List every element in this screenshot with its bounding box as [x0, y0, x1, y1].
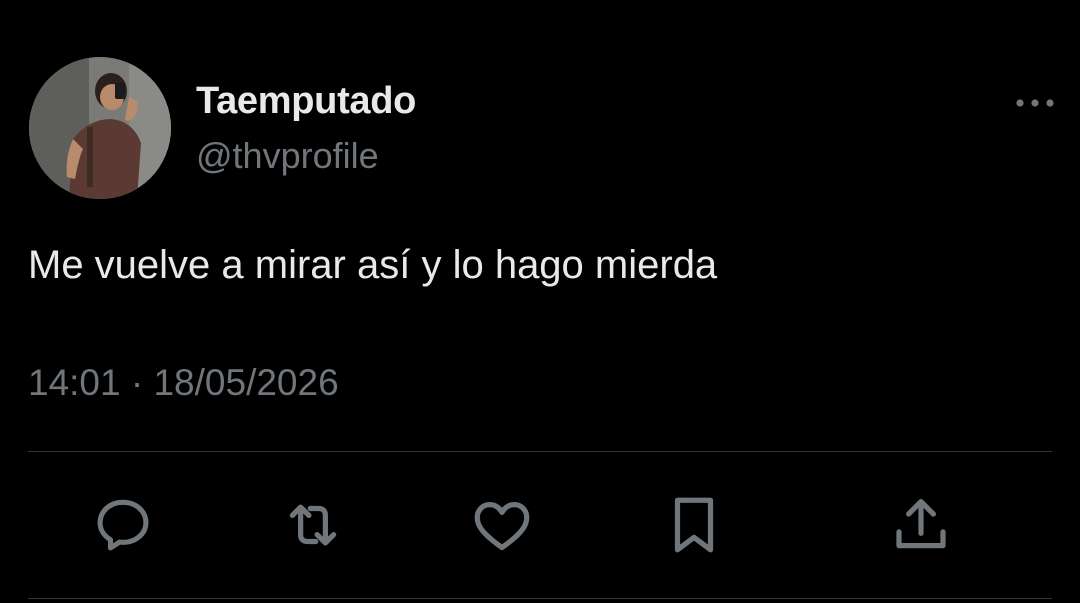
reply-icon: [97, 499, 149, 551]
like-button[interactable]: [467, 490, 537, 560]
retweet-button[interactable]: [278, 490, 348, 560]
retweet-icon: [289, 504, 337, 546]
share-icon: [896, 499, 946, 549]
tweet-date: 18/05/2026: [153, 362, 339, 403]
divider: [28, 598, 1052, 599]
avatar-photo: [29, 57, 171, 199]
bookmark-button[interactable]: [659, 490, 729, 560]
avatar[interactable]: [29, 57, 171, 199]
tweet-time: 14:01: [28, 362, 121, 403]
heart-icon: [474, 502, 530, 551]
tweet-timestamp[interactable]: 14:01 · 18/05/2026: [28, 362, 339, 404]
bookmark-icon: [674, 497, 714, 553]
more-options-button[interactable]: [1010, 88, 1060, 118]
divider: [28, 451, 1052, 452]
reply-button[interactable]: [88, 490, 158, 560]
user-handle[interactable]: @thvprofile: [196, 135, 379, 177]
share-button[interactable]: [886, 490, 956, 560]
meta-separator: ·: [130, 362, 144, 403]
tweet-text: Me vuelve a mirar así y lo hago mierda: [28, 243, 718, 287]
more-dots-icon: [1016, 99, 1054, 107]
display-name[interactable]: Taemputado: [196, 80, 416, 123]
